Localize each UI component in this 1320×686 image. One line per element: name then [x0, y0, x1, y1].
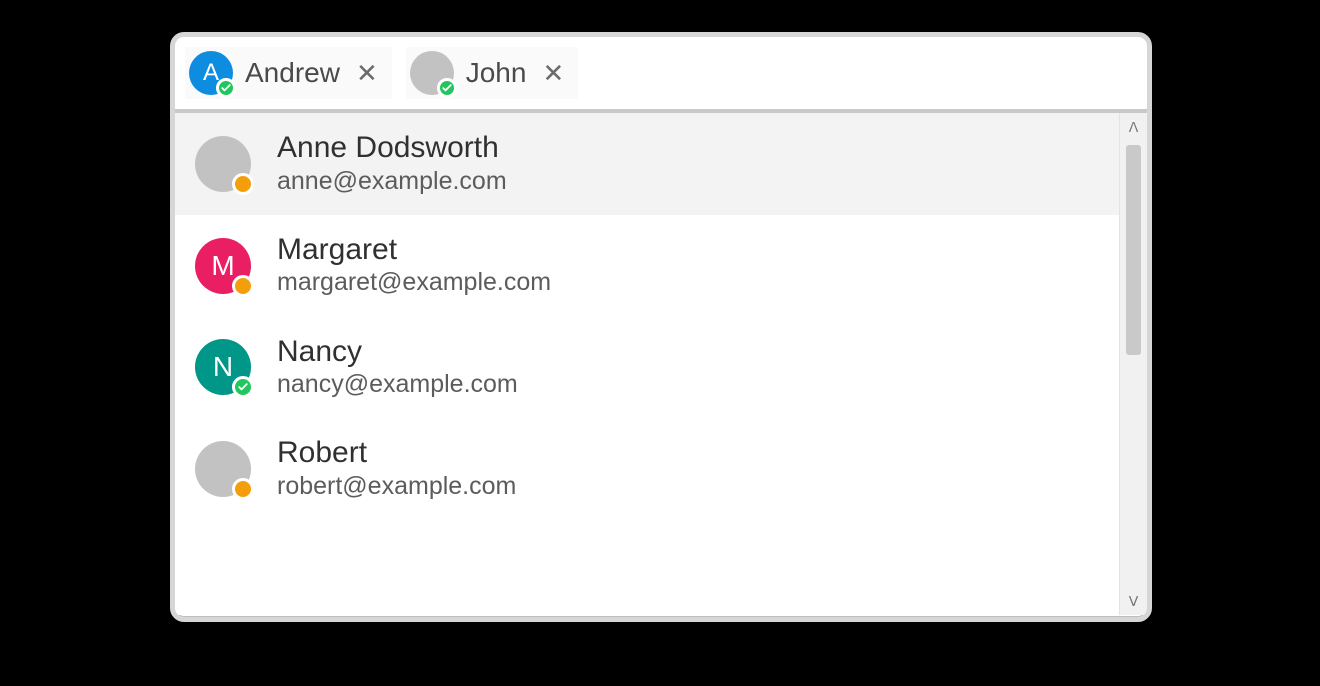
avatar — [195, 136, 251, 192]
status-badge-icon — [232, 173, 254, 195]
status-badge-icon — [232, 376, 254, 398]
chevron-up-icon[interactable]: ᐱ — [1120, 113, 1147, 141]
avatar: M — [195, 238, 251, 294]
list-item[interactable]: Anne Dodsworth anne@example.com — [175, 113, 1119, 215]
avatar — [195, 441, 251, 497]
token-john[interactable]: John ✕ — [406, 47, 579, 99]
list-item-text: Margaret margaret@example.com — [277, 233, 551, 299]
list-item-text: Nancy nancy@example.com — [277, 335, 518, 401]
close-icon[interactable]: ✕ — [352, 60, 382, 86]
avatar — [410, 51, 454, 95]
token-label: John — [466, 57, 527, 89]
status-badge-icon — [437, 78, 457, 98]
contact-picker-panel: A Andrew ✕ John ✕ — [170, 32, 1152, 622]
contact-name: Anne Dodsworth — [277, 131, 507, 166]
suggestion-list: Anne Dodsworth anne@example.com M Margar… — [175, 113, 1119, 615]
close-icon[interactable]: ✕ — [538, 60, 568, 86]
token-andrew[interactable]: A Andrew ✕ — [185, 47, 392, 99]
avatar: A — [189, 51, 233, 95]
status-badge-icon — [232, 275, 254, 297]
avatar-initial: M — [211, 250, 234, 282]
contact-email: nancy@example.com — [277, 369, 518, 400]
selected-tokens-row[interactable]: A Andrew ✕ John ✕ — [175, 37, 1147, 113]
avatar: N — [195, 339, 251, 395]
list-item[interactable]: M Margaret margaret@example.com — [175, 215, 1119, 317]
status-badge-icon — [216, 78, 236, 98]
scrollbar[interactable]: ᐱ ᐯ — [1119, 113, 1147, 615]
list-item[interactable]: N Nancy nancy@example.com — [175, 317, 1119, 419]
contact-email: robert@example.com — [277, 471, 516, 502]
avatar-initial: N — [213, 351, 233, 383]
list-item[interactable]: Robert robert@example.com — [175, 418, 1119, 520]
contact-name: Margaret — [277, 233, 551, 268]
contact-email: anne@example.com — [277, 166, 507, 197]
contact-name: Nancy — [277, 335, 518, 370]
status-badge-icon — [232, 478, 254, 500]
list-item-text: Anne Dodsworth anne@example.com — [277, 131, 507, 197]
scrollbar-track[interactable] — [1120, 141, 1147, 587]
list-item-text: Robert robert@example.com — [277, 436, 516, 502]
chevron-down-icon[interactable]: ᐯ — [1120, 587, 1147, 615]
contact-name: Robert — [277, 436, 516, 471]
contact-email: margaret@example.com — [277, 267, 551, 298]
suggestion-area: Anne Dodsworth anne@example.com M Margar… — [175, 113, 1147, 615]
scrollbar-thumb[interactable] — [1126, 145, 1141, 355]
token-label: Andrew — [245, 57, 340, 89]
